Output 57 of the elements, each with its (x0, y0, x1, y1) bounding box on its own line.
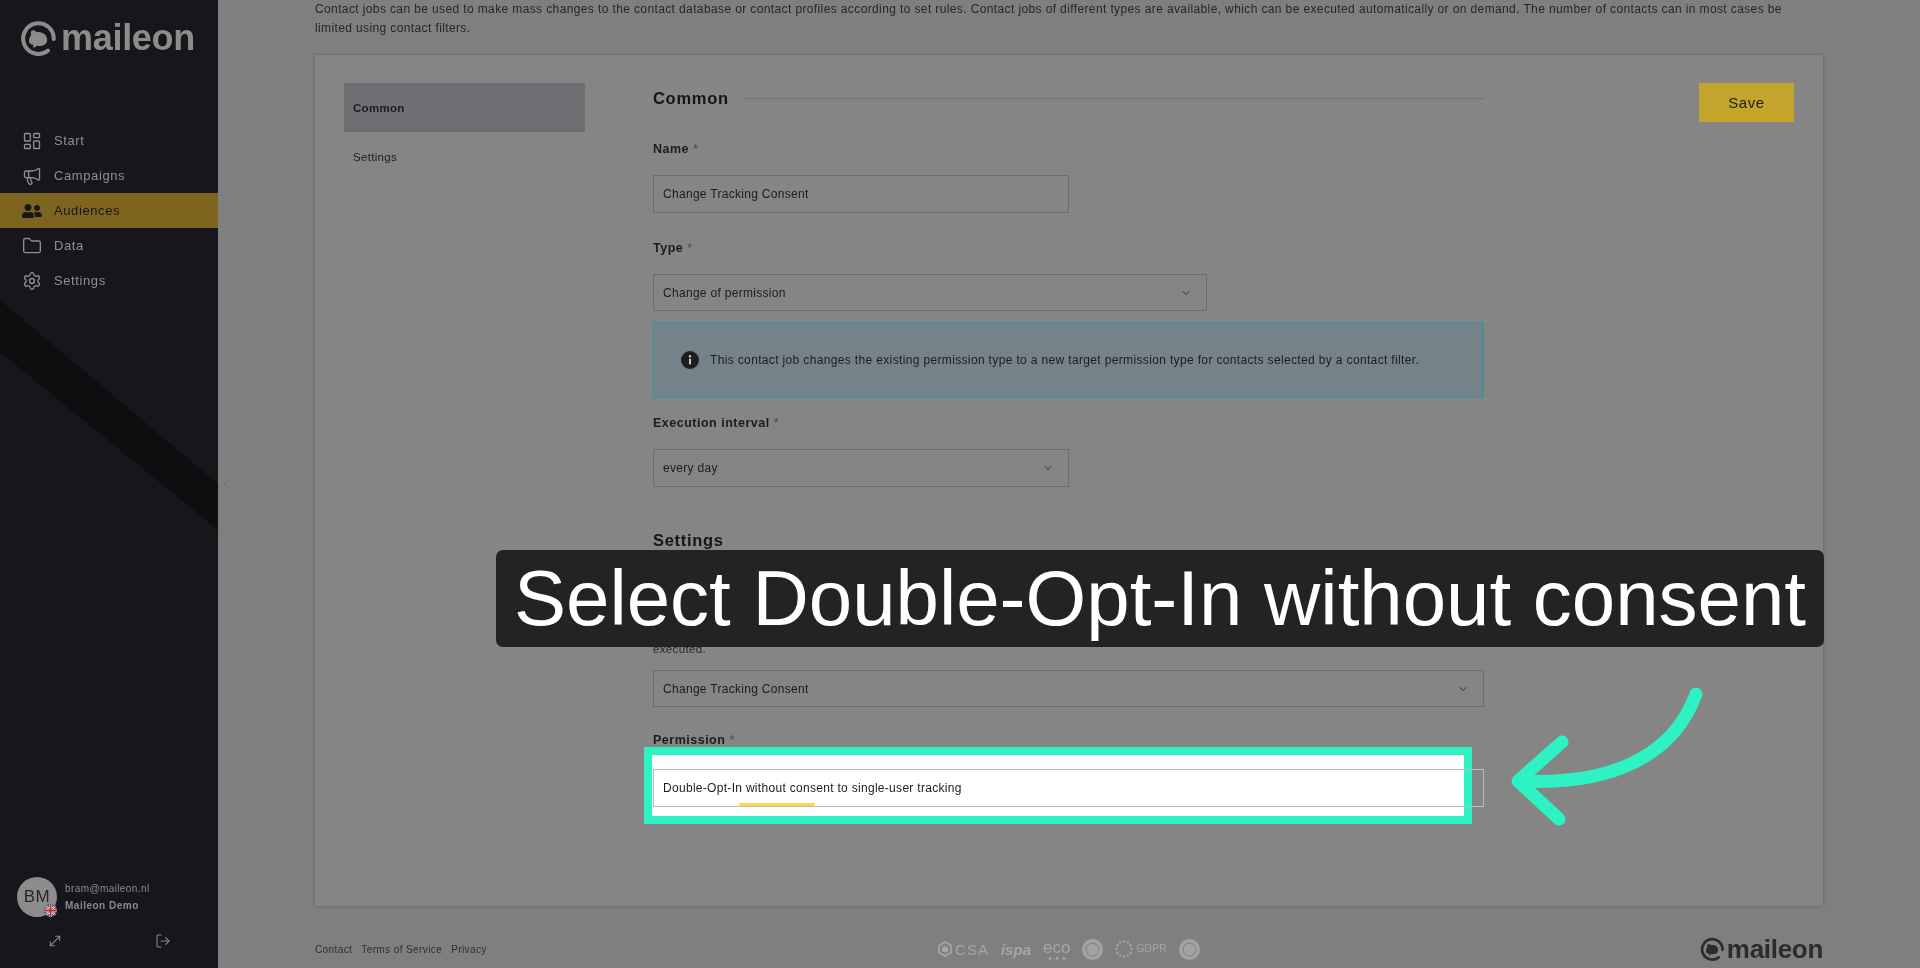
text-input[interactable]: Change Tracking Consent (653, 175, 1069, 213)
flag-icon (44, 904, 57, 917)
megaphone-icon (22, 165, 42, 186)
logout-icon (155, 933, 171, 949)
field-label: Type (653, 241, 684, 255)
nav-label: Data (54, 238, 84, 253)
seal-icon (1178, 938, 1200, 960)
star-ring-icon (1115, 940, 1134, 958)
nav-label: Campaigns (54, 168, 126, 183)
required-mark: * (693, 142, 698, 156)
section-heading: Common (653, 88, 729, 108)
select-field[interactable]: Double-Opt-In without consent to single-user tracking (653, 769, 1484, 807)
diagonal-arrows-icon (47, 933, 63, 949)
field-label: Name (653, 142, 690, 156)
logout-button[interactable] (155, 933, 171, 949)
field-label: Permission (653, 732, 726, 747)
seal-icon (1082, 938, 1104, 960)
dashboard-icon (22, 130, 42, 151)
intro-text: Contact jobs can be used to make mass changes to the contact database or contact profiles according to set rules. Contact jobs of different types are available, which can be executed automatically or on demand. The number of contacts can in most cases be limited using contact filters. (315, 1, 1783, 37)
avatar: BM (17, 877, 57, 917)
select-field[interactable]: every day (653, 449, 1069, 487)
nav-label: Audiences (54, 203, 121, 218)
nav-item[interactable]: Campaigns (0, 158, 218, 193)
save-button[interactable]: Save (1699, 83, 1794, 122)
nav-item[interactable]: Start (0, 123, 218, 158)
required-mark: * (687, 241, 693, 255)
logo-text: maileon (1726, 936, 1823, 962)
section-tab[interactable]: Settings (344, 132, 585, 181)
dots-icon (1047, 956, 1066, 960)
nav-item[interactable]: Audiences (0, 193, 218, 228)
info-text: This contact job changes the existing permission type to a new target permission type for contacts selected by a contact filter. (710, 352, 1420, 369)
required-mark: * (729, 732, 735, 747)
nav-item[interactable]: Data (0, 228, 218, 263)
caption-banner: Select Double-Opt-In without consent (496, 550, 1824, 647)
settings-icon (22, 270, 42, 291)
logo-icon (1699, 937, 1724, 961)
select-field[interactable]: Change of permission (653, 274, 1207, 311)
nav-label: Settings (54, 273, 106, 288)
nav-item[interactable]: Settings (0, 263, 218, 298)
folder-icon (22, 235, 42, 256)
footer-link[interactable]: Privacy (451, 943, 487, 955)
section-heading: Settings (653, 530, 724, 550)
logo-icon (20, 20, 56, 56)
expand-button[interactable] (47, 933, 63, 949)
info-icon (681, 351, 699, 369)
select-field[interactable]: Change Tracking Consent (653, 670, 1484, 707)
footer-link[interactable]: Contact (315, 943, 353, 955)
nav-label: Start (54, 133, 85, 148)
account-name: Maileon Demo (65, 900, 140, 911)
underline-stroke-icon (739, 803, 815, 806)
section-tab[interactable]: Common (344, 83, 585, 132)
required-mark: * (773, 416, 779, 430)
footer-link[interactable]: Terms of Service (361, 943, 443, 955)
user-email: bram@maileon.nl (65, 883, 150, 894)
field-label: Execution interval (653, 416, 770, 430)
shield-icon (938, 941, 953, 957)
logo-text: maileon (61, 20, 195, 56)
